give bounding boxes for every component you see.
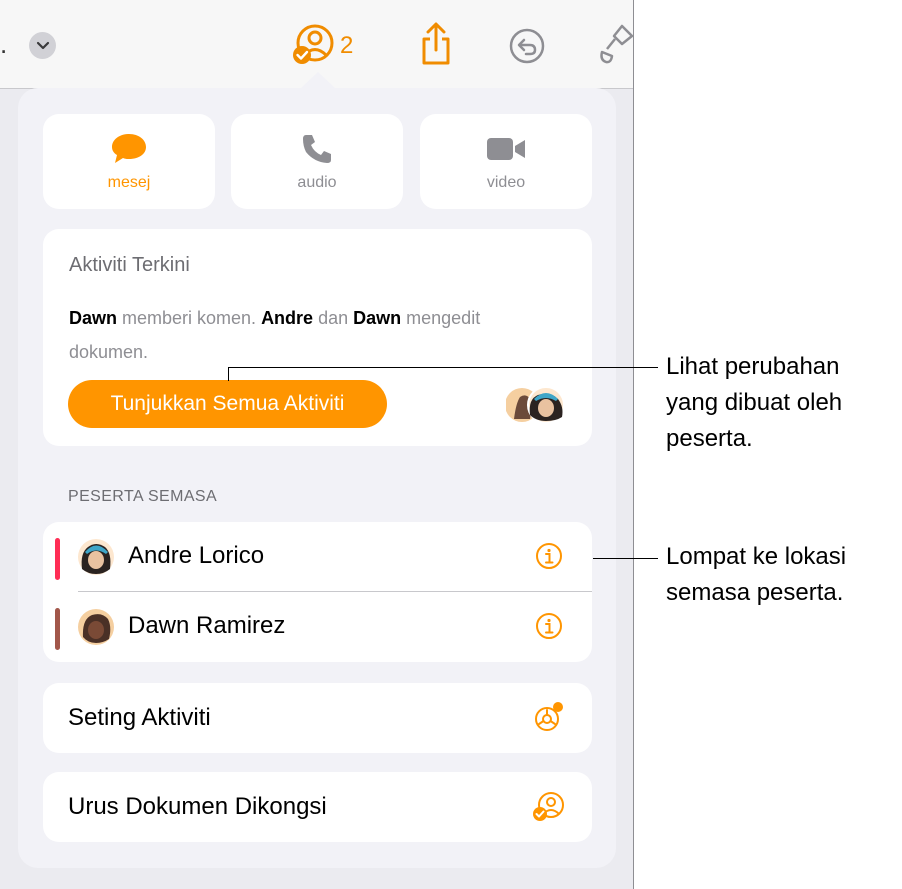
activity-text-1: memberi komen. [117,308,262,328]
participant-row[interactable]: Andre Lorico [43,522,592,592]
activity-settings-row[interactable]: Seting Aktiviti [43,683,592,753]
activity-title: Aktiviti Terkini [69,254,190,276]
callout-tick-show-changes [228,367,229,381]
paintbrush-icon[interactable] [596,22,636,73]
manage-shared-document-label: Urus Dokumen Dikongsi [68,793,327,820]
activity-settings-label: Seting Aktiviti [68,704,211,731]
callout-show-changes-line-2: yang dibuat oleh [666,389,843,416]
popover-caret [300,72,336,89]
manage-collaboration-icon [531,790,567,829]
callout-show-changes-line-1: Lihat perubahan [666,353,840,380]
collaborator-count: 2 [340,32,354,59]
info-icon[interactable] [535,612,563,645]
undo-icon[interactable] [508,27,546,70]
message-icon [43,132,215,166]
callout-jump-location: Lompat ke lokasi semasa peserta. [666,539,846,611]
participant-name: Dawn Ramirez [128,612,286,639]
overflow-dot: . [0,29,8,59]
activity-name-2: Andre [261,308,314,328]
video-label: video [486,174,526,191]
callout-show-changes-line-3: peserta. [666,425,753,452]
activity-text-2: dan [313,308,354,328]
collaborate-icon [290,22,336,71]
phone-icon [231,132,403,166]
audio-label: audio [297,174,337,191]
callout-jump-location-line-2: semasa peserta. [666,579,844,606]
chevron-down-icon[interactable] [29,32,56,59]
callout-line-show-changes [228,367,658,368]
recent-activity-card: Aktiviti Terkini Dawn memberi komen. And… [43,229,592,446]
participant-row[interactable]: Dawn Ramirez [43,592,592,662]
activity-name-3: Dawn [353,308,402,328]
activity-name-1: Dawn [69,308,118,328]
participants-header: PESERTA SEMASA [68,488,218,505]
video-camera-icon [420,132,592,166]
callout-line-jump-location [593,558,658,559]
participant-name: Andre Lorico [128,542,265,569]
message-label: mesej [107,174,151,191]
participant-color-bar [55,538,60,580]
video-button[interactable]: video [420,114,592,209]
share-icon[interactable] [419,22,453,71]
callout-jump-location-line-1: Lompat ke lokasi [666,543,847,570]
avatar [78,609,114,645]
callout-show-changes: Lihat perubahan yang dibuat oleh peserta… [666,349,842,457]
manage-shared-document-row[interactable]: Urus Dokumen Dikongsi [43,772,592,842]
audio-button[interactable]: audio [231,114,403,209]
activity-avatars [505,385,576,425]
collaborate-button[interactable]: 2 [290,22,360,70]
participant-color-bar [55,608,60,650]
info-icon[interactable] [535,542,563,575]
show-all-activity-button[interactable]: Tunjukkan Semua Aktiviti [68,380,387,428]
activity-summary: Dawn memberi komen. Andre dan Dawn menge… [69,301,489,369]
message-button[interactable]: mesej [43,114,215,209]
ipad-screen: . 2 mesej audio video Aktiviti Terkini D… [0,0,634,889]
activity-settings-gear-icon [531,701,565,740]
avatar [78,539,114,575]
participants-list: Andre Lorico Dawn Ramirez [43,522,592,662]
